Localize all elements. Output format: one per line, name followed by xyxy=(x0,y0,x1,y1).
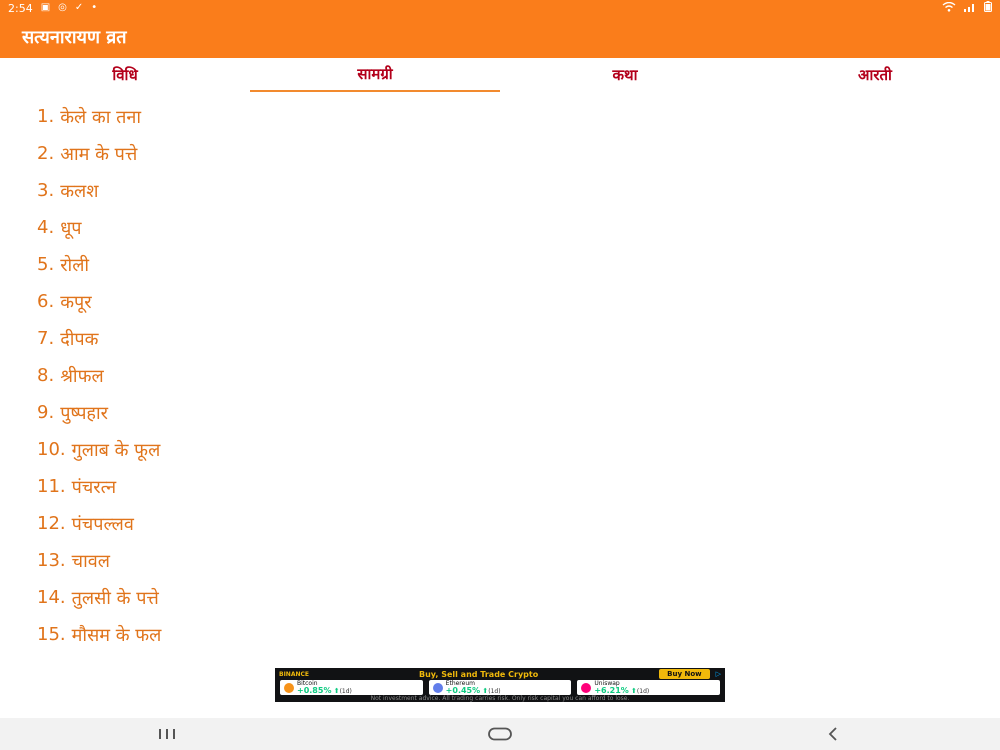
back-icon[interactable] xyxy=(803,727,863,741)
item-text: चावल xyxy=(71,550,110,572)
samagri-list: 1. केले का तना 2. आम के पत्ते 3. कलश 4. धूप … xyxy=(37,98,161,653)
item-text: मौसम के फल xyxy=(71,624,162,646)
ethereum-icon xyxy=(432,682,443,693)
list-item: 5. रोली xyxy=(37,246,161,283)
status-bar-left: 2:54 ▣ ◎ ✓ • xyxy=(8,2,97,15)
coin-change-row: +6.21% ⬆(1d) xyxy=(594,686,650,696)
item-text: पंचरत्न xyxy=(71,476,117,498)
tab-label: कथा xyxy=(612,66,638,84)
list-item: 14. तुलसी के पत्ते xyxy=(37,579,161,616)
status-bar: 2:54 ▣ ◎ ✓ • xyxy=(0,0,1000,16)
item-number: 15. xyxy=(37,624,66,645)
bitcoin-icon xyxy=(284,682,294,693)
home-icon[interactable] xyxy=(470,727,530,741)
item-number: 2. xyxy=(37,143,55,164)
item-text: तुलसी के पत्ते xyxy=(71,587,159,609)
list-item: 6. कपूर xyxy=(37,283,161,320)
item-text: पंचपल्लव xyxy=(71,513,134,535)
uniswap-icon xyxy=(581,682,592,693)
item-number: 1. xyxy=(37,106,55,127)
navigation-bar xyxy=(0,718,1000,750)
list-item: 12. पंचपल्लव xyxy=(37,505,161,542)
ad-coin-bitcoin[interactable]: Bitcoin +0.85% ⬆(1d) xyxy=(280,680,423,695)
item-text: केले का तना xyxy=(60,106,142,128)
coin-period: (1d) xyxy=(636,688,650,695)
list-item: 1. केले का तना xyxy=(37,98,161,135)
list-item: 15. मौसम के फल xyxy=(37,616,161,653)
item-text: दीपक xyxy=(60,328,99,350)
list-item: 11. पंचरत्न xyxy=(37,468,161,505)
app-bar: सत्यनारायण व्रत xyxy=(0,16,1000,58)
item-number: 12. xyxy=(37,513,66,534)
tab-bar: विधि सामग्री कथा आरती xyxy=(0,58,1000,92)
coin-info: Bitcoin +0.85% ⬆(1d) xyxy=(297,680,352,695)
recents-icon[interactable] xyxy=(137,728,197,740)
list-item: 3. कलश xyxy=(37,172,161,209)
list-item: 13. चावल xyxy=(37,542,161,579)
item-number: 4. xyxy=(37,217,55,238)
list-item: 7. दीपक xyxy=(37,320,161,357)
coin-change-row: +0.85% ⬆(1d) xyxy=(297,686,352,696)
item-text: रोली xyxy=(60,254,90,276)
item-text: आम के पत्ते xyxy=(60,143,138,165)
sync-icon: ◎ xyxy=(58,2,67,13)
list-item: 10. गुलाब के फूल xyxy=(37,431,161,468)
dot-icon: • xyxy=(91,2,98,13)
ad-coin-ethereum[interactable]: Ethereum +0.45% ⬆(1d) xyxy=(428,680,572,695)
coin-period: (1d) xyxy=(339,688,352,695)
signal-icon xyxy=(964,2,976,15)
app-title: सत्यनारायण व्रत xyxy=(22,27,127,48)
item-number: 5. xyxy=(37,254,55,275)
item-text: कपूर xyxy=(60,291,92,313)
ad-banner[interactable]: BINANCE Buy, Sell and Trade Crypto Buy N… xyxy=(275,668,725,702)
status-time: 2:54 xyxy=(8,1,33,15)
item-text: पुष्पहार xyxy=(60,402,109,424)
status-bar-right xyxy=(942,1,992,15)
list-item: 4. धूप xyxy=(37,209,161,246)
ad-disclaimer: Not investment advice. All trading carri… xyxy=(370,695,630,702)
item-text: धूप xyxy=(60,217,82,239)
item-text: गुलाब के फूल xyxy=(71,439,161,461)
check-icon: ✓ xyxy=(74,2,84,13)
item-number: 3. xyxy=(37,180,55,201)
item-number: 7. xyxy=(37,328,55,349)
item-number: 9. xyxy=(37,402,55,423)
battery-icon xyxy=(984,1,992,15)
item-number: 6. xyxy=(37,291,55,312)
list-item: 2. आम के पत्ते xyxy=(37,135,161,172)
coin-info: Uniswap +6.21% ⬆(1d) xyxy=(594,680,649,695)
item-text: श्रीफल xyxy=(60,365,104,387)
coin-period: (1d) xyxy=(488,688,501,695)
item-number: 8. xyxy=(37,365,55,386)
tab-samagri[interactable]: सामग्री xyxy=(250,58,500,92)
item-number: 10. xyxy=(37,439,66,460)
item-number: 14. xyxy=(37,587,66,608)
wifi-icon xyxy=(942,1,956,15)
list-item: 8. श्रीफल xyxy=(37,357,161,394)
list-item: 9. पुष्पहार xyxy=(37,394,161,431)
item-number: 11. xyxy=(37,476,66,497)
item-number: 13. xyxy=(37,550,66,571)
ad-coin-uniswap[interactable]: Uniswap +6.21% ⬆(1d) xyxy=(577,680,721,695)
tab-label: आरती xyxy=(858,66,892,84)
ad-choices-icon[interactable]: ▷ xyxy=(716,670,721,678)
image-icon: ▣ xyxy=(40,2,51,13)
tab-label: विधि xyxy=(112,66,138,84)
coin-change: +0.85% xyxy=(297,686,332,695)
ad-headline: Buy, Sell and Trade Crypto xyxy=(419,669,539,679)
item-text: कलश xyxy=(60,180,99,202)
coin-info: Ethereum +0.45% ⬆(1d) xyxy=(446,680,501,695)
ad-header: BINANCE Buy, Sell and Trade Crypto Buy N… xyxy=(275,668,725,680)
ad-coin-row: Bitcoin +0.85% ⬆(1d) Ethereum +0.45% ⬆(1… xyxy=(275,680,725,695)
coin-change: +6.21% xyxy=(594,686,629,695)
coin-change: +0.45% xyxy=(445,686,481,695)
tab-label: सामग्री xyxy=(357,65,393,83)
tab-vidhi[interactable]: विधि xyxy=(0,58,250,92)
tab-katha[interactable]: कथा xyxy=(500,58,750,92)
coin-change-row: +0.45% ⬆(1d) xyxy=(445,686,501,696)
ad-brand: BINANCE xyxy=(279,670,309,678)
ad-buy-now-button[interactable]: Buy Now xyxy=(659,669,710,679)
tab-aarti[interactable]: आरती xyxy=(750,58,1000,92)
